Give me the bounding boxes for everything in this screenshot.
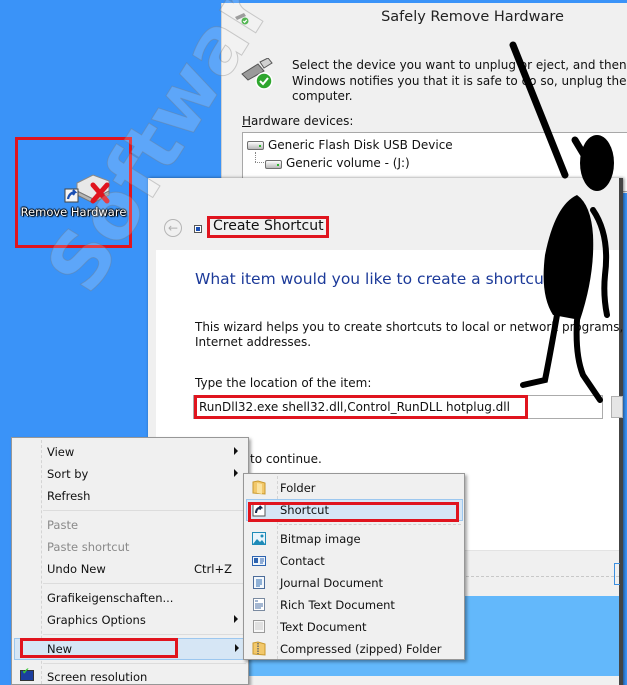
submenu-item-label: Folder [280,481,316,495]
submenu-item-label: Contact [280,554,325,568]
contact-icon [252,556,266,566]
wizard-help-text: This wizard helps you to create shortcut… [195,320,627,350]
journal-document-icon [253,576,265,589]
description-line: computer. [292,89,353,103]
tree-line [255,162,264,163]
menu-item-screen-resolution[interactable]: Screen resolution [14,666,247,685]
menu-separator [43,510,246,511]
submenu-item-bitmap-image[interactable]: Bitmap image [246,528,463,550]
device-name: Generic volume - (J:) [286,156,410,170]
safely-remove-hardware-window: Safely Remove Hardware Select the device… [221,3,627,193]
menu-item-label: Paste [47,518,79,532]
menu-separator [43,663,246,664]
safely-remove-description: Select the device you want to unplug or … [292,58,627,105]
window-title: Safely Remove Hardware [381,9,564,25]
menu-item-label: New [47,642,73,656]
submenu-item-label: Rich Text Document [280,598,395,612]
submenu-item-label: Text Document [280,620,367,634]
menu-item-label: Undo New [47,562,106,576]
folder-icon [252,480,266,495]
desktop-icon-label: Remove Hardware [20,205,127,219]
device-name: Generic Flash Disk USB Device [268,138,453,152]
submenu-item-compressed-folder[interactable]: Compressed (zipped) Folder [246,638,463,660]
drive-icon [265,160,282,169]
submenu-arrow-icon [235,644,239,652]
submenu-item-text-document[interactable]: Text Document [246,616,463,638]
submenu-item-journal-document[interactable]: Journal Document [246,572,463,594]
location-input[interactable] [193,395,603,419]
submenu-item-label: Journal Document [280,576,384,590]
submenu-item-shortcut[interactable]: Shortcut [246,499,463,521]
menu-item-paste[interactable]: Paste [14,514,247,536]
description-line: Windows notifies you that it is safe to … [292,73,627,88]
accelerator-key: H [242,114,252,128]
help-line: This wizard helps you to create shortcut… [195,320,627,334]
menu-separator [43,634,246,635]
description-line: Select the device you want to unplug or … [292,58,627,72]
back-arrow-icon[interactable]: ← [164,219,182,237]
help-line: Internet addresses. [195,335,312,349]
submenu-item-label: Shortcut [280,503,329,517]
continue-instruction: to continue. [250,452,322,466]
text-document-icon [253,620,265,633]
zipped-folder-icon [252,641,266,656]
remove-hardware-desktop-icon[interactable]: Remove Hardware [15,137,132,248]
tree-line [255,152,256,162]
keyboard-shortcut: Ctrl+Z [194,562,232,576]
menu-item-graphics-options[interactable]: Graphics Options [14,609,247,631]
submenu-item-label: Bitmap image [280,532,361,546]
menu-item-label: Sort by [47,467,89,481]
wizard-title: Create Shortcut [213,218,324,234]
menu-separator [279,524,461,525]
desktop-context-menu: View Sort by Refresh Paste Paste shortcu… [11,437,249,685]
menu-item-label: Grafikeigenschaften... [47,591,174,605]
menu-item-label: Graphics Options [47,613,146,627]
new-submenu: Folder Shortcut Bitmap image Contact Jou… [243,473,465,660]
submenu-item-folder[interactable]: Folder [246,477,463,499]
submenu-item-label: Compressed (zipped) Folder [280,642,442,656]
menu-item-new[interactable]: New [14,638,247,660]
menu-item-undo-new[interactable]: Undo New Ctrl+Z [14,558,247,580]
menu-item-view[interactable]: View [14,441,247,463]
menu-item-paste-shortcut[interactable]: Paste shortcut [14,536,247,558]
menu-item-label: Screen resolution [47,670,148,684]
browse-button[interactable] [611,396,623,418]
submenu-arrow-icon [234,447,238,455]
remove-hardware-shortcut-icon [64,174,110,204]
bitmap-image-icon [252,532,266,545]
location-label: Type the location of the item: [195,376,372,390]
shortcut-icon [252,503,266,517]
label-text: ardware devices: [251,114,354,128]
menu-item-label: View [47,445,75,459]
menu-item-label: Paste shortcut [47,540,130,554]
menu-item-label: Refresh [47,489,91,503]
drive-icon [247,141,264,150]
wizard-question: What item would you like to create a sho… [195,270,585,288]
usb-safe-remove-icon [241,58,273,90]
next-button[interactable] [614,563,620,585]
hardware-devices-label: Hardware devices: [242,114,353,128]
menu-item-sort-by[interactable]: Sort by [14,463,247,485]
submenu-arrow-icon [234,615,238,623]
menu-item-refresh[interactable]: Refresh [14,485,247,507]
submenu-item-rich-text-document[interactable]: Rich Text Document [246,594,463,616]
submenu-item-contact[interactable]: Contact [246,550,463,572]
submenu-arrow-icon [234,469,238,477]
rich-text-document-icon [253,598,265,611]
menu-item-grafikeigenschaften[interactable]: Grafikeigenschaften... [14,587,247,609]
menu-separator [43,583,246,584]
shortcut-icon [194,225,202,233]
